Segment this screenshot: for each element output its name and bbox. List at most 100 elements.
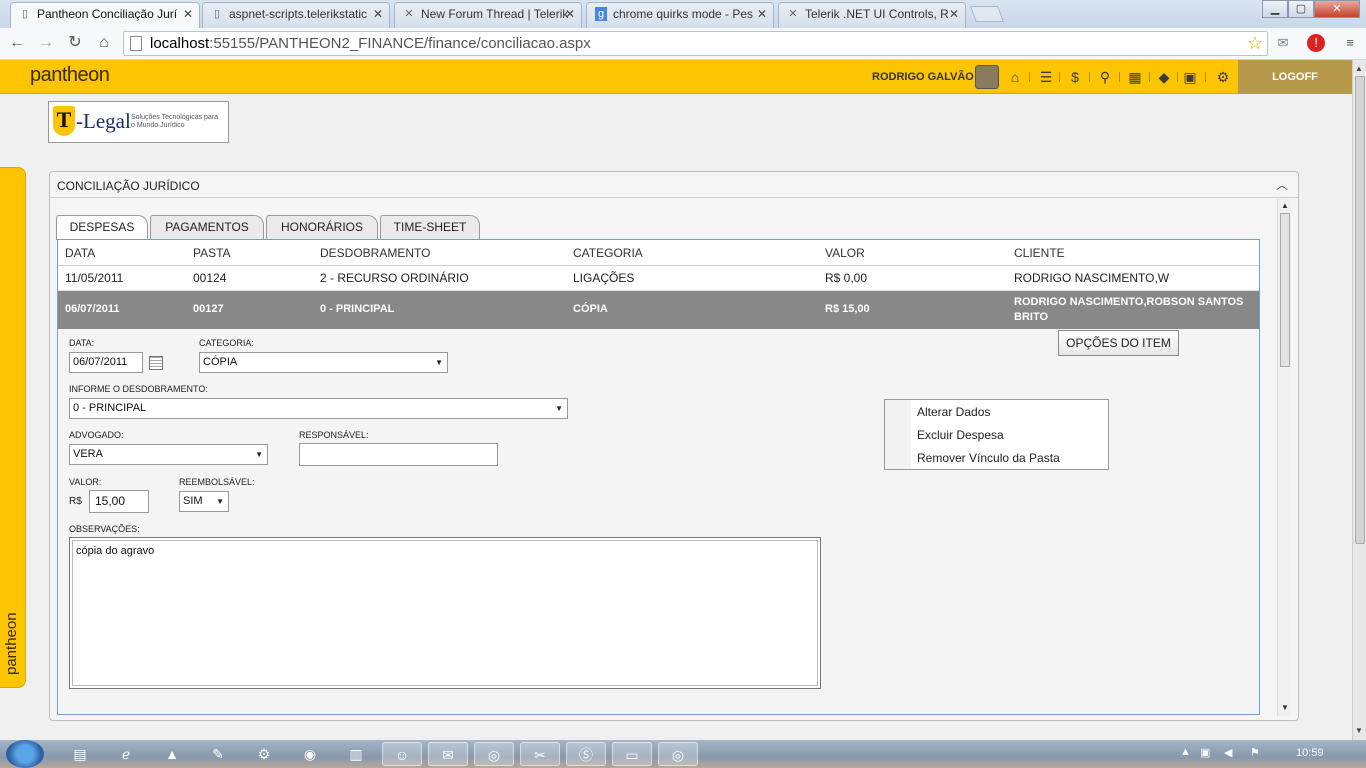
tab-honorarios[interactable]: HONORÁRIOS bbox=[266, 215, 378, 239]
window-icon[interactable]: ▭ bbox=[612, 742, 652, 766]
close-icon[interactable]: ✕ bbox=[949, 3, 959, 25]
tab-time-sheet[interactable]: TIME-SHEET bbox=[380, 215, 480, 239]
scrollbar-thumb[interactable] bbox=[1280, 213, 1290, 367]
panel-scrollbar[interactable]: ▲ ▼ bbox=[1277, 199, 1291, 716]
app-icon[interactable]: ☺ bbox=[382, 742, 422, 766]
logo-shield: T bbox=[53, 106, 75, 136]
reembolsavel-select[interactable]: SIM ▼ bbox=[179, 491, 229, 512]
dollar-icon[interactable]: $ bbox=[1066, 68, 1084, 86]
scroll-up-icon[interactable]: ▲ bbox=[1355, 64, 1363, 73]
brand-logo[interactable]: pantheon bbox=[30, 64, 110, 87]
forward-icon[interactable]: → bbox=[35, 32, 57, 54]
ie-icon[interactable]: ℯ bbox=[106, 742, 146, 766]
clock[interactable]: 10:59 bbox=[1296, 747, 1324, 759]
firefox-icon[interactable]: ◉ bbox=[290, 742, 330, 766]
column-header-data[interactable]: DATA bbox=[65, 246, 95, 260]
show-hidden-icons-icon[interactable]: ▲ bbox=[1180, 746, 1191, 758]
table-row[interactable]: 11/05/2011 00124 2 - RECURSO ORDINÁRIO L… bbox=[58, 266, 1259, 291]
notepad-icon[interactable]: ✎ bbox=[198, 742, 238, 766]
categoria-select[interactable]: CÓPIA ▼ bbox=[199, 352, 448, 373]
skype-icon[interactable]: Ⓢ bbox=[566, 742, 606, 766]
reembolsavel-value: SIM bbox=[183, 495, 203, 507]
chrome-icon[interactable]: ◎ bbox=[658, 742, 698, 766]
menu-item-alterar-dados[interactable]: Alterar Dados bbox=[917, 405, 990, 419]
valor-field[interactable]: 15,00 bbox=[89, 490, 149, 513]
tab-pagamentos[interactable]: PAGAMENTOS bbox=[150, 215, 264, 239]
close-icon[interactable]: ✕ bbox=[565, 3, 575, 25]
date-field[interactable]: 06/07/2011 bbox=[69, 352, 143, 373]
conciliacao-panel: CONCILIAÇÃO JURÍDICO ︿ DESPESAS PAGAMENT… bbox=[49, 171, 1299, 721]
side-panel-label: pantheon bbox=[3, 612, 20, 675]
column-header-valor[interactable]: VALOR bbox=[825, 246, 865, 260]
advogado-select[interactable]: VERA ▼ bbox=[69, 444, 268, 465]
column-header-pasta[interactable]: PASTA bbox=[193, 246, 231, 260]
close-window-button[interactable]: ✕ bbox=[1314, 0, 1360, 18]
menu-gutter bbox=[885, 400, 911, 469]
menu-item-remover-vinculo[interactable]: Remover Vínculo da Pasta bbox=[917, 451, 1060, 465]
bookmark-star-icon[interactable]: ☆ bbox=[1247, 33, 1263, 54]
desdobramento-select[interactable]: 0 - PRINCIPAL ▼ bbox=[69, 398, 568, 419]
home-icon[interactable]: ⌂ bbox=[93, 32, 115, 54]
volume-icon[interactable]: ◀ bbox=[1224, 746, 1232, 759]
browser-tab-2[interactable]: ▯ aspnet-scripts.telerikstatic ✕ bbox=[202, 2, 390, 28]
alert-extension-icon[interactable]: ! bbox=[1307, 34, 1325, 52]
scroll-down-icon[interactable]: ▼ bbox=[1281, 703, 1289, 712]
google-icon: g bbox=[595, 7, 607, 21]
minimize-button[interactable]: ▁ bbox=[1262, 0, 1288, 18]
inbox-icon[interactable]: ▣ bbox=[1181, 68, 1199, 86]
browser-tab-1[interactable]: ▯ Pantheon Conciliação Jurí ✕ bbox=[10, 2, 200, 28]
side-panel-tab[interactable]: pantheon bbox=[0, 167, 26, 688]
gmail-icon[interactable]: ✉ bbox=[1273, 33, 1293, 53]
gear-icon[interactable]: ⚙ bbox=[1214, 68, 1232, 86]
calendar-icon[interactable] bbox=[149, 356, 163, 370]
start-button[interactable] bbox=[6, 740, 44, 768]
explorer-icon[interactable]: ▤ bbox=[60, 742, 100, 766]
column-header-categoria[interactable]: CATEGORIA bbox=[573, 246, 643, 260]
network-icon[interactable]: ⚙ bbox=[244, 742, 284, 766]
menu-item-excluir-despesa[interactable]: Excluir Despesa bbox=[917, 428, 1004, 442]
files-icon[interactable]: ▥ bbox=[336, 742, 376, 766]
new-tab-button[interactable] bbox=[970, 6, 1004, 22]
pdf-icon[interactable]: ▲ bbox=[152, 742, 192, 766]
list-icon[interactable]: ☰ bbox=[1037, 68, 1055, 86]
network-tray-icon[interactable]: ▣ bbox=[1200, 746, 1210, 759]
close-icon[interactable]: ✕ bbox=[373, 3, 383, 25]
reload-icon[interactable]: ↻ bbox=[64, 32, 86, 54]
column-header-desdobramento[interactable]: DESDOBRAMENTO bbox=[320, 246, 430, 260]
address-bar[interactable]: localhost:55155/PANTHEON2_FINANCE/financ… bbox=[123, 31, 1268, 56]
tags-icon[interactable]: ◆ bbox=[1155, 68, 1173, 86]
menu-icon[interactable]: ≡ bbox=[1340, 33, 1360, 53]
calendar-icon[interactable]: ▦ bbox=[1126, 68, 1144, 86]
avatar[interactable] bbox=[975, 65, 999, 89]
scroll-up-icon[interactable]: ▲ bbox=[1281, 201, 1289, 210]
data-label: DATA: bbox=[69, 338, 95, 348]
tab-despesas[interactable]: DESPESAS bbox=[56, 215, 148, 240]
cell-desdobramento: 0 - PRINCIPAL bbox=[320, 303, 395, 315]
observacoes-label: OBSERVAÇÕES: bbox=[69, 524, 140, 534]
browser-tab-5[interactable]: ✕ Telerik .NET UI Controls, R ✕ bbox=[778, 2, 966, 28]
flag-icon[interactable]: ⚑ bbox=[1250, 746, 1260, 759]
chrome-icon[interactable]: ◎ bbox=[474, 742, 514, 766]
browser-tab-3[interactable]: ✕ New Forum Thread | Telerik ✕ bbox=[394, 2, 582, 28]
tools-icon[interactable]: ✂ bbox=[520, 742, 560, 766]
close-icon[interactable]: ✕ bbox=[183, 3, 193, 25]
cell-pasta: 00127 bbox=[193, 303, 224, 315]
scrollbar-thumb[interactable] bbox=[1355, 76, 1365, 544]
opcoes-do-item-button[interactable]: OPÇÕES DO ITEM bbox=[1058, 330, 1179, 356]
table-row-selected[interactable]: 06/07/2011 00127 0 - PRINCIPAL CÓPIA R$ … bbox=[58, 291, 1259, 329]
responsavel-field[interactable] bbox=[299, 443, 498, 466]
home-icon[interactable]: ⌂ bbox=[1006, 68, 1024, 86]
page-scrollbar[interactable]: ▲ ▼ bbox=[1352, 60, 1366, 740]
observacoes-textarea[interactable]: cópia do agravo bbox=[69, 537, 821, 689]
collapse-icon[interactable]: ︿ bbox=[1276, 176, 1288, 193]
chevron-down-icon: ▼ bbox=[255, 450, 263, 459]
back-icon[interactable]: ← bbox=[6, 32, 28, 54]
maximize-button[interactable]: ▢ bbox=[1288, 0, 1314, 18]
close-icon[interactable]: ✕ bbox=[757, 3, 767, 25]
app-icon[interactable]: ✉ bbox=[428, 742, 468, 766]
logoff-button[interactable]: LOGOFF bbox=[1238, 60, 1352, 94]
search-icon[interactable]: ⚲ bbox=[1096, 68, 1114, 86]
column-header-cliente[interactable]: CLIENTE bbox=[1014, 246, 1065, 260]
scroll-down-icon[interactable]: ▼ bbox=[1355, 726, 1363, 735]
browser-tab-4[interactable]: g chrome quirks mode - Pes ✕ bbox=[586, 2, 774, 28]
